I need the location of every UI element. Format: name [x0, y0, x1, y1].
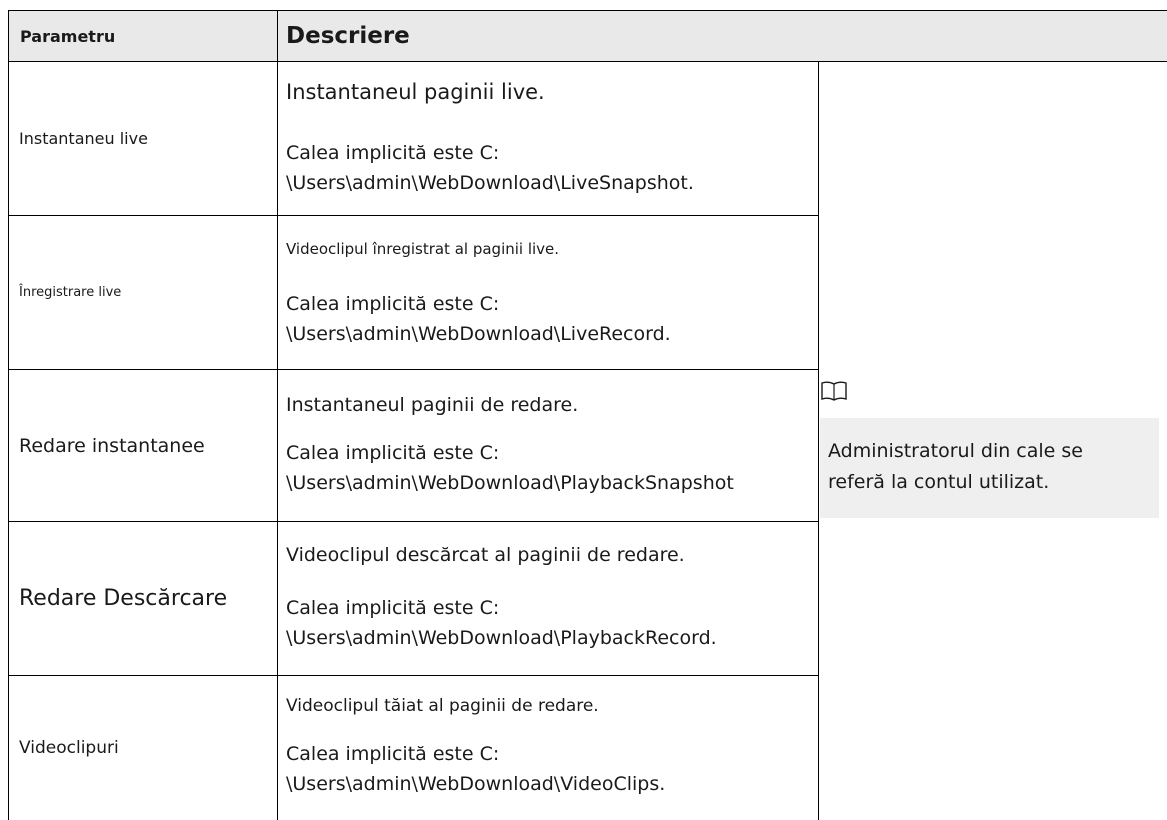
path-line-1: Calea implicită este C: — [286, 597, 500, 619]
note-line-2: referă la contul utilizat. — [828, 471, 1050, 493]
param-cell: Videoclipuri — [8, 676, 278, 820]
header-parametru: Parametru — [8, 11, 278, 61]
book-note-icon — [821, 381, 847, 401]
param-cell: Redare Descărcare — [8, 522, 278, 675]
path-line-2: \Users\admin\WebDownload\PlaybackSnapsho… — [286, 472, 734, 494]
table-header: Parametru Descriere — [8, 10, 1167, 62]
path-line-2: \Users\admin\WebDownload\LiveRecord. — [286, 323, 671, 345]
default-path: Calea implicită este C: \Users\admin\Web… — [286, 138, 694, 198]
desc-cell: Videoclipul descărcat al paginii de reda… — [278, 522, 819, 675]
path-line-2: \Users\admin\WebDownload\VideoClips. — [286, 773, 666, 795]
table-row: Înregistrare live Videoclipul înregistra… — [8, 216, 819, 370]
desc-cell: Videoclipul tăiat al paginii de redare. … — [278, 676, 819, 820]
table-row: Redare Descărcare Videoclipul descărcat … — [8, 522, 819, 676]
path-line-2: \Users\admin\WebDownload\PlaybackRecord. — [286, 627, 717, 649]
desc-cell: Videoclipul înregistrat al paginii live.… — [278, 216, 819, 369]
default-path: Calea implicită este C: \Users\admin\Web… — [286, 289, 671, 349]
param-cell: Redare instantanee — [8, 370, 278, 521]
path-line-1: Calea implicită este C: — [286, 293, 500, 315]
path-line-1: Calea implicită este C: — [286, 142, 500, 164]
param-cell: Înregistrare live — [8, 216, 278, 369]
table-row: Redare instantanee Instantaneul paginii … — [8, 370, 819, 522]
desc-text: Instantaneul paginii live. — [286, 80, 545, 104]
desc-text: Videoclipul tăiat al paginii de redare. — [286, 696, 599, 716]
desc-text: Videoclipul descărcat al paginii de reda… — [286, 544, 685, 566]
table-row: Instantaneu live Instantaneul paginii li… — [8, 62, 819, 216]
header-descriere: Descriere — [286, 23, 410, 49]
note-line-1: Administratorul din cale se — [828, 440, 1083, 462]
parameter-table: Parametru Descriere Instantaneu live Ins… — [8, 10, 1167, 820]
param-cell: Instantaneu live — [8, 62, 278, 215]
desc-cell: Instantaneul paginii live. Calea implici… — [278, 62, 819, 215]
desc-cell: Instantaneul paginii de redare. Calea im… — [278, 370, 819, 521]
desc-text: Instantaneul paginii de redare. — [286, 394, 579, 416]
desc-text: Videoclipul înregistrat al paginii live. — [286, 240, 560, 258]
path-line-2: \Users\admin\WebDownload\LiveSnapshot. — [286, 172, 694, 194]
default-path: Calea implicită este C: \Users\admin\Web… — [286, 593, 717, 653]
default-path: Calea implicită este C: \Users\admin\Web… — [286, 739, 665, 799]
default-path: Calea implicită este C: \Users\admin\Web… — [286, 438, 734, 498]
path-line-1: Calea implicită este C: — [286, 743, 500, 765]
path-line-1: Calea implicită este C: — [286, 442, 500, 464]
note-text: Administratorul din cale se referă la co… — [828, 436, 1083, 498]
table-row: Videoclipuri Videoclipul tăiat al pagini… — [8, 676, 819, 820]
